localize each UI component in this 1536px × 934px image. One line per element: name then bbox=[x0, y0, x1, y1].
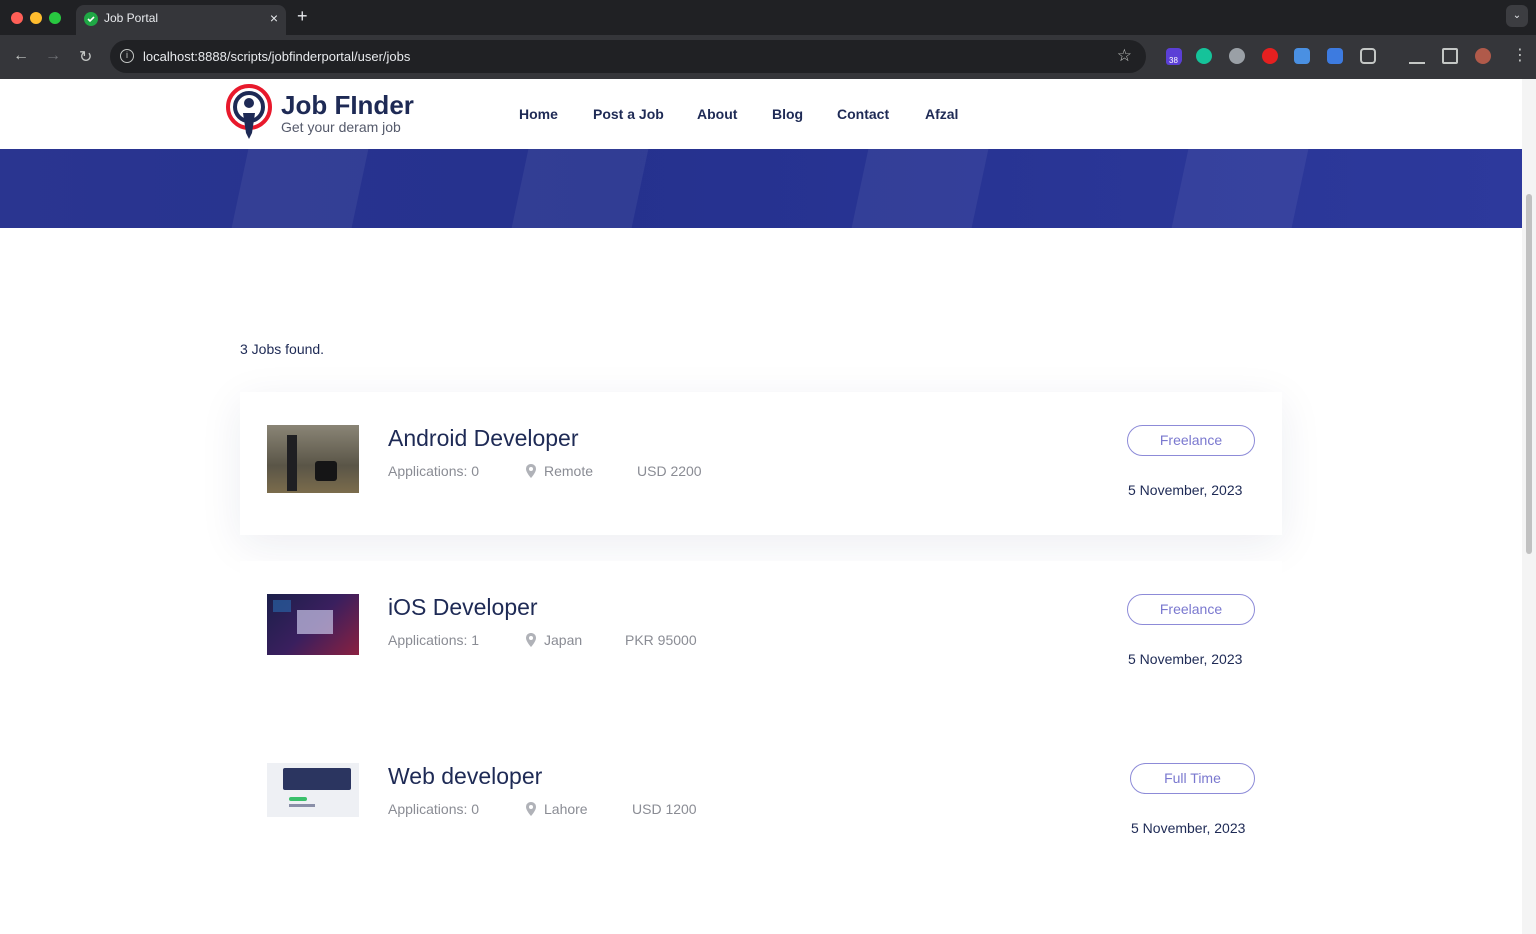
tab-title: Job Portal bbox=[104, 11, 159, 25]
reload-icon[interactable]: ↻ bbox=[79, 47, 92, 67]
side-panel-icon[interactable] bbox=[1442, 48, 1458, 64]
brand-name[interactable]: Job FInder bbox=[281, 90, 414, 121]
job-type-button[interactable]: Freelance bbox=[1127, 594, 1255, 625]
scrollbar-thumb[interactable] bbox=[1526, 194, 1532, 554]
check-icon bbox=[84, 12, 98, 26]
job-location: Remote bbox=[544, 463, 594, 479]
nav-user[interactable]: Afzal bbox=[925, 106, 958, 122]
brand-tagline: Get your deram job bbox=[281, 119, 401, 135]
nav-blog[interactable]: Blog bbox=[772, 106, 803, 122]
browser-tabbar: Job Portal × + ⌄ bbox=[0, 0, 1536, 35]
job-location: Japan bbox=[544, 632, 583, 648]
grammarly-icon[interactable] bbox=[1196, 48, 1212, 64]
job-type-button[interactable]: Freelance bbox=[1127, 425, 1255, 456]
job-title[interactable]: iOS Developer bbox=[388, 594, 538, 621]
download-icon[interactable] bbox=[1409, 48, 1425, 64]
hero-banner bbox=[0, 149, 1522, 228]
record-icon[interactable] bbox=[1262, 48, 1278, 64]
maximize-window-button[interactable] bbox=[49, 12, 61, 24]
screen-capture-icon[interactable] bbox=[1294, 48, 1310, 64]
page-scrollbar[interactable] bbox=[1522, 79, 1536, 934]
job-applications: Applications: 1 bbox=[388, 632, 480, 648]
minimize-window-button[interactable] bbox=[30, 12, 42, 24]
back-arrow-icon[interactable]: ← bbox=[13, 47, 29, 65]
tab-search-chevron-icon[interactable]: ⌄ bbox=[1506, 5, 1528, 27]
browser-toolbar: ← → ↻ i localhost:8888/scripts/jobfinder… bbox=[0, 35, 1536, 79]
site-info-icon[interactable]: i bbox=[120, 49, 134, 63]
job-salary: USD 2200 bbox=[637, 463, 702, 479]
location-pin-icon bbox=[526, 802, 536, 816]
job-location: Lahore bbox=[544, 801, 588, 817]
bookmark-star-icon[interactable]: ☆ bbox=[1117, 46, 1132, 66]
job-thumbnail[interactable] bbox=[267, 425, 359, 493]
job-title[interactable]: Web developer bbox=[388, 763, 542, 790]
globe-icon[interactable] bbox=[1229, 48, 1245, 64]
browser-tab[interactable]: Job Portal × bbox=[76, 5, 286, 35]
tab-close-icon[interactable]: × bbox=[270, 10, 278, 26]
document-icon[interactable] bbox=[1327, 48, 1343, 64]
job-salary: PKR 95000 bbox=[625, 632, 697, 648]
nav-post-a-job[interactable]: Post a Job bbox=[593, 106, 664, 122]
job-card[interactable]: Web developer Applications: 0 Lahore USD… bbox=[240, 730, 1282, 873]
results-count: 3 Jobs found. bbox=[240, 341, 325, 357]
new-tab-button[interactable]: + bbox=[297, 6, 308, 27]
job-card[interactable]: iOS Developer Applications: 1 Japan PKR … bbox=[240, 561, 1282, 704]
location-pin-icon bbox=[526, 633, 536, 647]
address-bar[interactable]: i localhost:8888/scripts/jobfinderportal… bbox=[110, 40, 1146, 73]
job-type-button[interactable]: Full Time bbox=[1130, 763, 1255, 794]
close-window-button[interactable] bbox=[11, 12, 23, 24]
forward-arrow-icon[interactable]: → bbox=[45, 47, 61, 65]
site-header: Job FInder Get your deram job Home Post … bbox=[0, 79, 1522, 149]
job-card[interactable]: Android Developer Applications: 0 Remote… bbox=[240, 392, 1282, 535]
browser-menu-icon[interactable]: ⋮ bbox=[1512, 45, 1528, 65]
job-applications: Applications: 0 bbox=[388, 463, 480, 479]
nav-home[interactable]: Home bbox=[519, 106, 558, 122]
location-pin-icon bbox=[526, 464, 536, 478]
job-date: 5 November, 2023 bbox=[1131, 820, 1246, 836]
url-text[interactable]: localhost:8888/scripts/jobfinderportal/u… bbox=[143, 49, 410, 64]
job-title[interactable]: Android Developer bbox=[388, 425, 579, 452]
job-applications: Applications: 0 bbox=[388, 801, 480, 817]
extension-badge: 38 bbox=[1166, 56, 1181, 65]
web-page: Job FInder Get your deram job Home Post … bbox=[0, 79, 1522, 934]
job-date: 5 November, 2023 bbox=[1128, 651, 1243, 667]
nav-contact[interactable]: Contact bbox=[837, 106, 889, 122]
logo-icon[interactable] bbox=[225, 83, 273, 143]
job-salary: USD 1200 bbox=[632, 801, 697, 817]
profile-avatar[interactable] bbox=[1475, 48, 1491, 64]
puzzle-extensions-icon[interactable] bbox=[1360, 48, 1376, 64]
job-thumbnail[interactable] bbox=[267, 763, 359, 817]
job-date: 5 November, 2023 bbox=[1128, 482, 1243, 498]
nav-about[interactable]: About bbox=[697, 106, 737, 122]
job-thumbnail[interactable] bbox=[267, 594, 359, 655]
